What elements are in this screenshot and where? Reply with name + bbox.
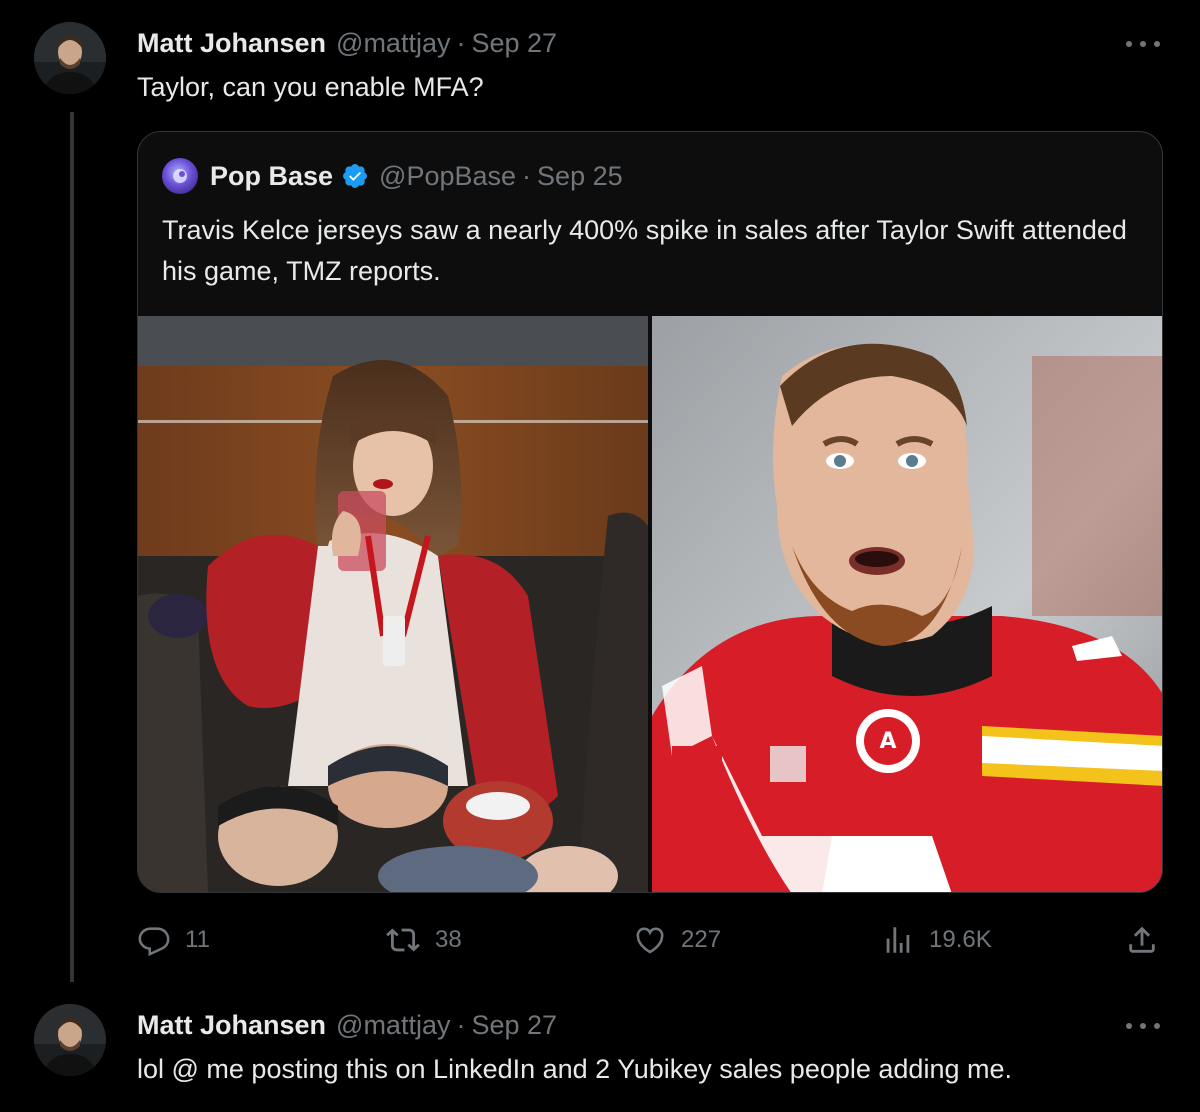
separator: · [456,1010,466,1040]
quote-avatar[interactable] [162,158,198,194]
quote-text: Travis Kelce jerseys saw a nearly 400% s… [162,215,1127,286]
tweet-actions: 11 38 227 19.6K [137,918,1163,962]
like-button[interactable]: 227 [633,918,721,962]
thread-line [70,112,74,998]
quote-date[interactable]: Sep 25 [537,161,623,192]
quote-author-name[interactable]: Pop Base [210,161,333,192]
views-icon [886,927,910,953]
more-icon[interactable] [1126,1019,1160,1033]
tweet-header: Matt Johansen @mattjay · Sep 27 [137,28,557,59]
avatar[interactable] [34,1004,106,1076]
author-name[interactable]: Matt Johansen [137,28,326,59]
quote-author-handle[interactable]: @PopBase [379,161,516,192]
author-handle[interactable]: @mattjay [336,1010,450,1041]
share-button[interactable] [1125,918,1173,962]
quoted-tweet[interactable]: Pop Base @PopBase · Sep 25 Travis Kelce … [137,131,1163,893]
like-count: 227 [681,926,722,953]
quote-image-travis-kelce[interactable]: A [652,316,1162,892]
views-button[interactable]: 19.6K [881,918,992,962]
tweet-date[interactable]: Sep 27 [471,1010,557,1041]
separator: · [522,160,532,191]
tweet-text: Taylor, can you enable MFA? [137,72,484,102]
tweet-text: lol @ me posting this on LinkedIn and 2 … [137,1054,1012,1084]
avatar[interactable] [34,22,106,94]
reply-button[interactable]: 11 [137,918,210,962]
tweet-date[interactable]: Sep 27 [471,28,557,59]
svg-text:A: A [879,729,896,754]
author-name[interactable]: Matt Johansen [137,1010,326,1041]
separator: · [456,28,466,58]
quote-image-taylor-swift[interactable] [138,316,648,892]
reply-count: 11 [185,926,210,953]
tweet[interactable]: Matt Johansen @mattjay · Sep 27 lol @ me… [0,982,1200,1112]
heart-icon [636,927,664,954]
tweet[interactable]: Matt Johansen @mattjay · Sep 27 Taylor, … [0,0,1200,998]
reply-icon [138,927,170,957]
retweet-count: 38 [435,926,462,953]
author-handle[interactable]: @mattjay [336,28,450,59]
verified-badge-icon [341,162,369,190]
share-icon [1129,926,1155,953]
tweet-header: Matt Johansen @mattjay · Sep 27 [137,1010,557,1041]
more-icon[interactable] [1126,37,1160,51]
quote-header: Pop Base @PopBase · Sep 25 [162,158,623,194]
views-count: 19.6K [929,926,992,953]
retweet-button[interactable]: 38 [385,918,462,962]
retweet-icon [386,928,420,952]
